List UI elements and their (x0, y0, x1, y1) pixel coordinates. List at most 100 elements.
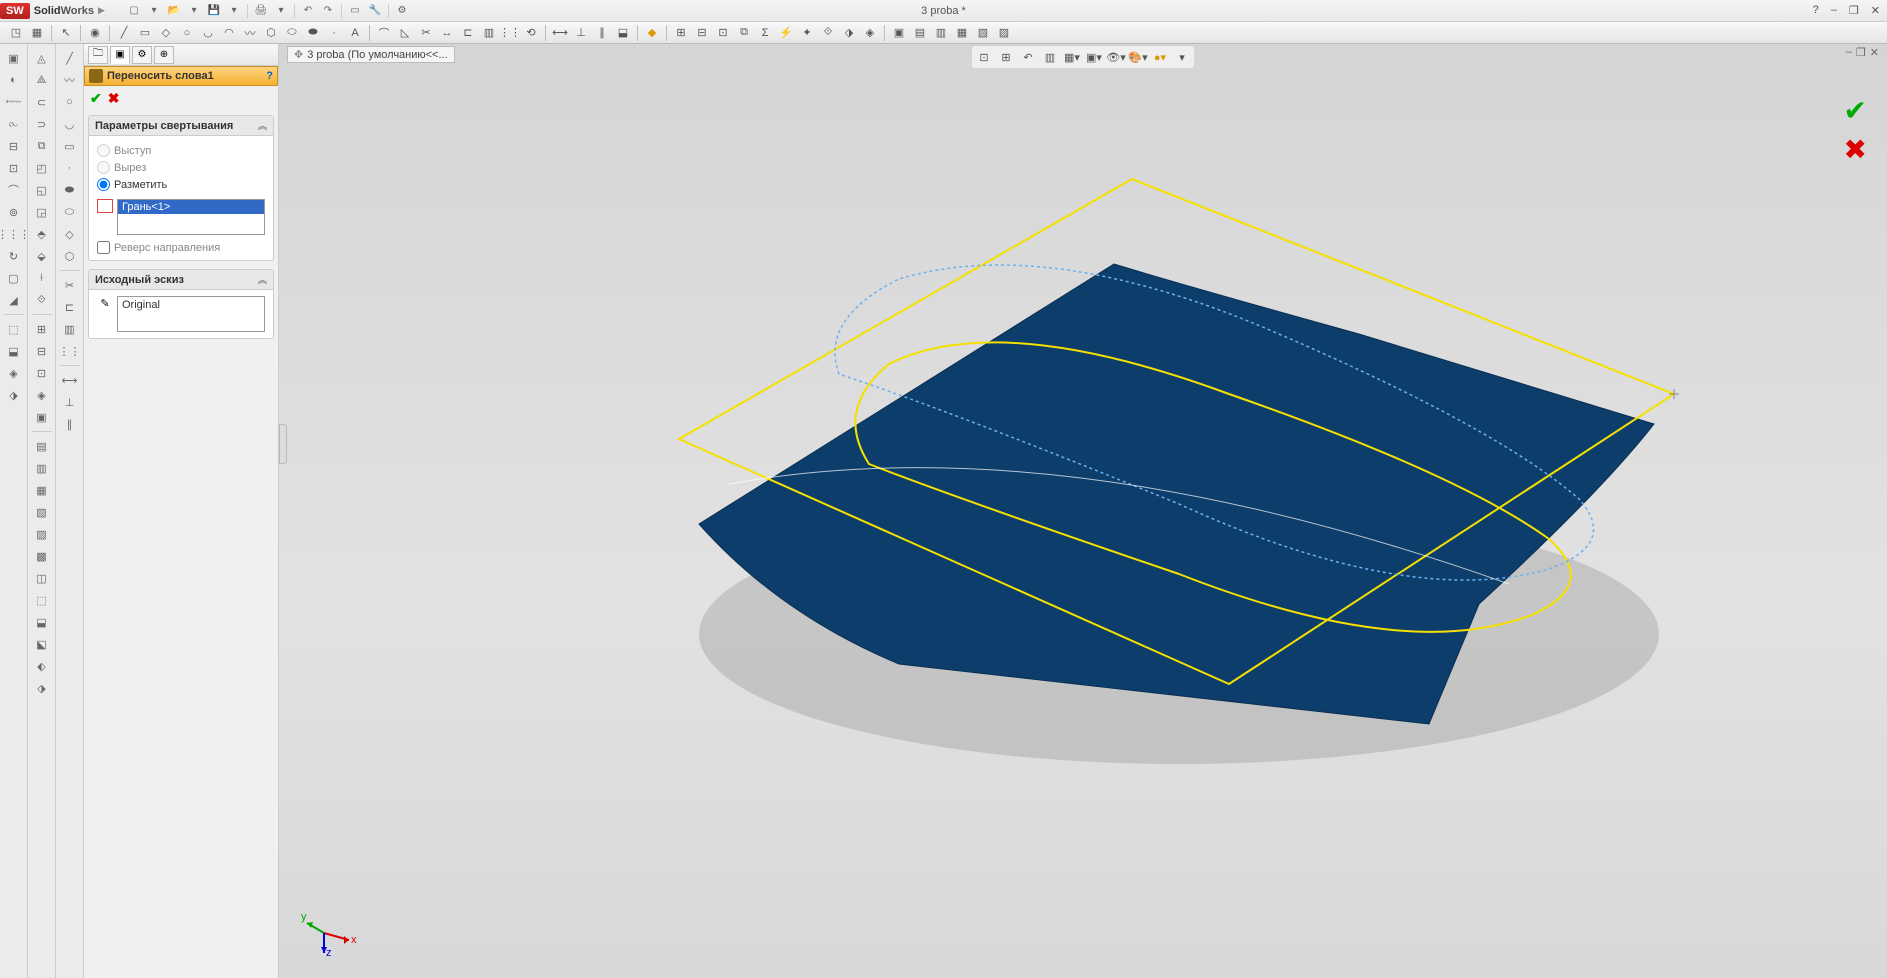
tool-icon[interactable]: ⟊ (31, 268, 53, 288)
tool-icon[interactable]: ◫ (31, 568, 53, 588)
print-button[interactable]: 🖨 (252, 3, 270, 19)
point-icon[interactable]: · (324, 24, 344, 42)
polygon-icon[interactable]: ⬡ (261, 24, 281, 42)
relations-icon[interactable]: ∥ (592, 24, 612, 42)
tool-icon[interactable]: ◈ (3, 363, 25, 383)
tool-icon[interactable]: ⬗ (839, 24, 859, 42)
dropdown-icon[interactable]: ▾ (225, 3, 243, 19)
tool-icon[interactable]: ⟁ (31, 70, 53, 90)
tool-icon[interactable]: ⬗ (3, 385, 25, 405)
selection-list[interactable]: Грань<1> (117, 199, 265, 235)
tool-icon[interactable]: Σ (755, 24, 775, 42)
new-file-button[interactable]: ▢ (125, 3, 143, 19)
reverse-checkbox[interactable]: Реверс направления (97, 241, 265, 254)
open-button[interactable]: 📂 (165, 3, 183, 19)
offset-icon[interactable]: ⊏ (458, 24, 478, 42)
restore-button[interactable]: ❐ (1846, 4, 1862, 17)
cancel-button[interactable]: ✖ (108, 90, 120, 107)
tool-icon[interactable]: ⊃ (31, 114, 53, 134)
tool-icon[interactable]: ⬚ (31, 590, 53, 610)
tool-icon[interactable]: ⟐ (818, 24, 838, 42)
tool-icon[interactable]: ◬ (31, 48, 53, 68)
extend-icon[interactable]: ↔ (437, 24, 457, 42)
revolve-icon[interactable]: ◐ (3, 70, 25, 90)
minimize-button[interactable]: – (1828, 4, 1840, 17)
line-icon[interactable]: ╱ (59, 48, 81, 68)
menu-expand-icon[interactable]: ▶ (98, 5, 105, 16)
tool-icon[interactable]: ◈ (860, 24, 880, 42)
collapse-icon[interactable]: ︽ (258, 119, 267, 132)
tool-icon[interactable]: ◱ (31, 180, 53, 200)
tool-icon[interactable]: ⬚ (3, 319, 25, 339)
text-icon[interactable]: A (345, 24, 365, 42)
tool-icon[interactable]: ⬓ (3, 341, 25, 361)
tool-icon[interactable]: ⊞ (31, 319, 53, 339)
sweep-icon[interactable]: ⬳ (3, 92, 25, 112)
save-button[interactable]: 💾 (205, 3, 223, 19)
sketch-origin-marker[interactable] (1669, 389, 1679, 399)
tool-icon[interactable]: ⬗ (31, 678, 53, 698)
close-button[interactable]: ✕ (1868, 4, 1883, 17)
tool-icon[interactable]: ⊥ (59, 392, 81, 412)
ellipse-icon[interactable]: ⬭ (282, 24, 302, 42)
tool-icon[interactable]: ⟐ (31, 290, 53, 310)
tool-icon[interactable]: ⊟ (31, 341, 53, 361)
hole-icon[interactable]: ⊚ (3, 202, 25, 222)
dim-icon[interactable]: ⟷ (550, 24, 570, 42)
redo-button[interactable]: ↷ (319, 3, 337, 19)
tool-icon[interactable]: ▥ (931, 24, 951, 42)
tool-icon[interactable]: ▥ (59, 319, 81, 339)
tool-icon[interactable]: ✂ (59, 275, 81, 295)
collapse-icon[interactable]: ︽ (258, 273, 267, 286)
tool-icon[interactable]: ▧ (973, 24, 993, 42)
pattern-icon[interactable]: ⋮⋮ (500, 24, 520, 42)
tool-icon[interactable]: ⊂ (31, 92, 53, 112)
mirror-icon[interactable]: ▥ (479, 24, 499, 42)
tool-icon[interactable]: ⊟ (692, 24, 712, 42)
view-triad[interactable]: x y z (299, 898, 359, 958)
dimxpert-tab[interactable]: ⊕ (154, 46, 174, 64)
tool-icon[interactable]: ⬖ (31, 656, 53, 676)
spline-icon[interactable]: 〰 (240, 24, 260, 42)
pattern-icon[interactable]: ⋮⋮⋮ (3, 224, 25, 244)
tool-icon[interactable]: ◆ (642, 24, 662, 42)
circle-icon[interactable]: ○ (59, 92, 81, 112)
tool-icon[interactable]: ▤ (31, 436, 53, 456)
tool-icon[interactable]: ▨ (994, 24, 1014, 42)
undo-button[interactable]: ↶ (299, 3, 317, 19)
options-button[interactable]: ⚙ (393, 3, 411, 19)
selected-face[interactable]: Грань<1> (118, 200, 264, 214)
trim-icon[interactable]: ✂ (416, 24, 436, 42)
tool-icon[interactable]: ⊡ (3, 158, 25, 178)
config-tab[interactable]: ⚙ (132, 46, 152, 64)
arc-icon[interactable]: ◡ (59, 114, 81, 134)
dropdown-icon[interactable]: ▾ (185, 3, 203, 19)
spline-icon[interactable]: 〰 (59, 70, 81, 90)
help-icon[interactable]: ? (266, 70, 273, 82)
tool-icon[interactable]: ▧ (31, 502, 53, 522)
tool-icon[interactable]: ⬕ (31, 634, 53, 654)
tool-icon[interactable]: ⬡ (59, 246, 81, 266)
tool-icon[interactable]: ▩ (31, 546, 53, 566)
rib-icon[interactable]: ◢ (3, 290, 25, 310)
graphics-viewport[interactable]: ✥ 3 proba (По умолчанию<<... ⊡ ⊞ ↶ ▥ ▦▾ … (279, 44, 1887, 978)
tool-icon[interactable]: ◲ (31, 202, 53, 222)
rectangle-icon[interactable]: ▭ (59, 136, 81, 156)
fillet-icon[interactable]: ⌒ (374, 24, 394, 42)
arc-icon[interactable]: ◡ (198, 24, 218, 42)
tool-icon[interactable]: ▦ (952, 24, 972, 42)
point-icon[interactable]: · (59, 158, 81, 178)
sketch-name-field[interactable]: Original (117, 296, 265, 332)
dropdown-icon[interactable]: ▾ (272, 3, 290, 19)
relations-icon[interactable]: ⊥ (571, 24, 591, 42)
tool-icon[interactable]: ⧉ (31, 136, 53, 156)
tool-icon[interactable]: ⬓ (31, 612, 53, 632)
feature-tree-tab[interactable]: 🗀 (88, 46, 108, 64)
tool-icon[interactable]: ⬭ (59, 202, 81, 222)
tool-icon[interactable]: ▦ (31, 480, 53, 500)
rectangle-icon[interactable]: ▭ (135, 24, 155, 42)
tool-icon[interactable]: ⚡ (776, 24, 796, 42)
section-header[interactable]: Исходный эскиз ︽ (89, 270, 273, 290)
ok-button[interactable]: ✔ (90, 90, 102, 107)
section-header[interactable]: Параметры свертывания ︽ (89, 116, 273, 136)
